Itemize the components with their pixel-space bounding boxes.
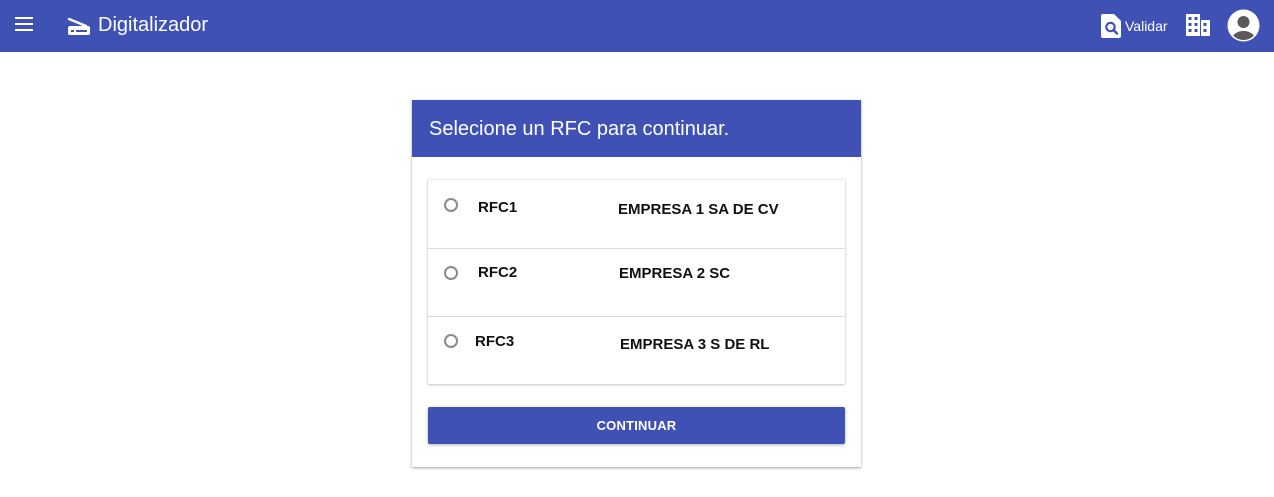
rfc-code: RFC3 [475, 333, 515, 350]
search-document-icon [1101, 14, 1121, 38]
card-header: Selecione un RFC para continuar. [412, 100, 861, 157]
account-circle-icon[interactable] [1227, 9, 1260, 42]
radio-button[interactable] [444, 334, 458, 348]
radio-button[interactable] [444, 198, 458, 212]
app-title: Digitalizador [98, 14, 209, 36]
company-name: EMPRESA 3 S DE RL [620, 336, 770, 353]
radio-button[interactable] [444, 266, 458, 280]
rfc-option-3[interactable]: RFC3 EMPRESA 3 S DE RL [428, 316, 845, 385]
building-icon[interactable] [1185, 13, 1211, 37]
rfc-code: RFC1 [478, 199, 518, 216]
rfc-option-1[interactable]: RFC1 EMPRESA 1 SA DE CV [428, 180, 845, 248]
rfc-list: RFC1 EMPRESA 1 SA DE CV RFC2 EMPRESA 2 S… [428, 180, 845, 384]
validar-label: Validar [1125, 18, 1168, 34]
company-name: EMPRESA 1 SA DE CV [618, 201, 779, 218]
top-toolbar: Digitalizador Validar [0, 0, 1274, 52]
rfc-code: RFC2 [478, 264, 518, 281]
company-name: EMPRESA 2 SC [619, 265, 731, 282]
menu-icon[interactable] [15, 17, 33, 31]
scanner-icon [67, 17, 90, 35]
rfc-option-2[interactable]: RFC2 EMPRESA 2 SC [428, 248, 845, 317]
continue-button[interactable]: CONTINUAR [428, 407, 845, 444]
card-title: Selecione un RFC para continuar. [429, 118, 730, 140]
rfc-selection-card: Selecione un RFC para continuar. RFC1 EM… [412, 100, 861, 467]
